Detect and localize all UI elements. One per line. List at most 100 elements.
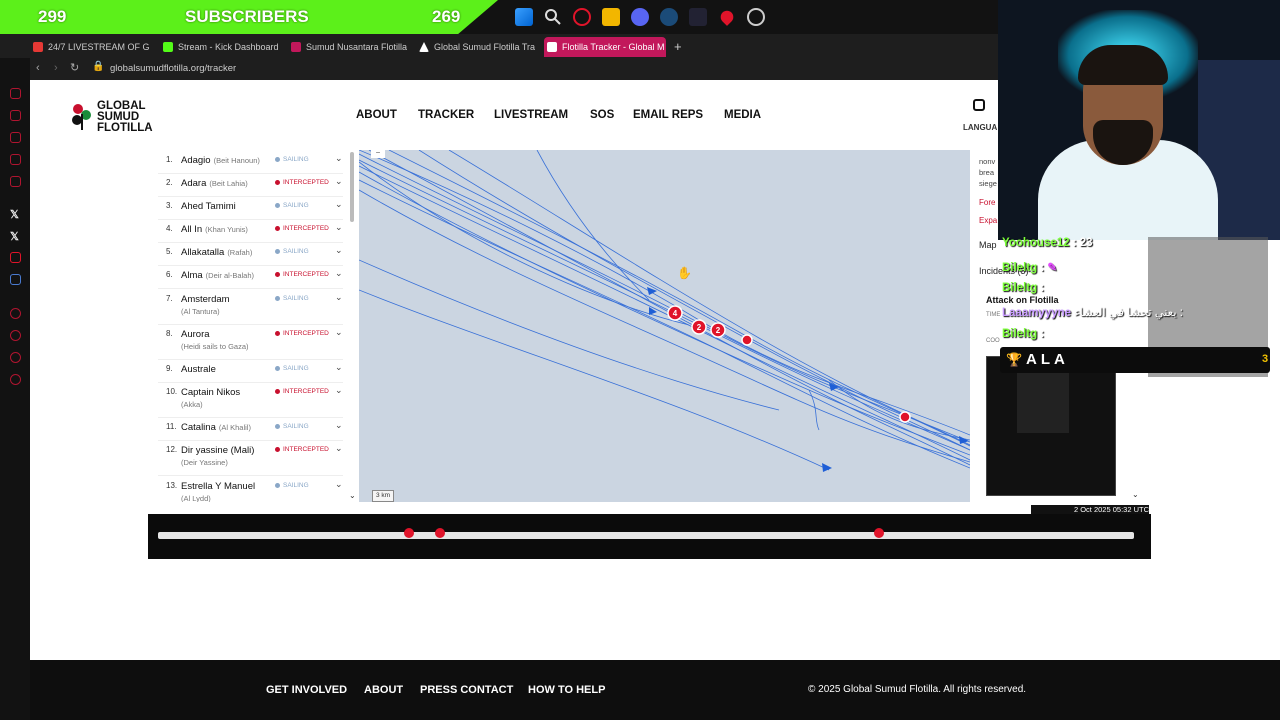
- chevron-down-icon[interactable]: ⌄: [335, 362, 343, 373]
- nav-about[interactable]: ABOUT: [356, 109, 397, 121]
- vessel-status-badge: SAILING: [275, 295, 309, 302]
- chevron-down-icon[interactable]: ⌄: [335, 268, 343, 279]
- x-icon[interactable]: 𝕏: [10, 208, 19, 221]
- reload-icon[interactable]: ↻: [70, 61, 79, 74]
- lock-icon: 🔒: [92, 61, 105, 72]
- chevron-down-icon[interactable]: ⌄: [335, 176, 343, 187]
- timeline-event-marker[interactable]: [874, 528, 884, 538]
- incident-video-thumbnail[interactable]: [986, 356, 1116, 496]
- chevron-down-icon[interactable]: ⌄: [335, 420, 343, 431]
- sidebar-app-icon[interactable]: [10, 132, 21, 143]
- tab-flotilla-tracker[interactable]: Flotilla Tracker - Global M: [544, 37, 666, 57]
- vessel-arrow-icon[interactable]: [647, 287, 657, 295]
- location-app-icon[interactable]: [718, 8, 736, 26]
- tab-gsf-tracker[interactable]: Global Sumud Flotilla Tra: [416, 37, 536, 57]
- tab-kick-dashboard[interactable]: Stream - Kick Dashboard: [160, 37, 280, 57]
- steam-icon[interactable]: [660, 8, 678, 26]
- nav-tracker[interactable]: TRACKER: [418, 109, 474, 121]
- timeline-track[interactable]: [158, 532, 1134, 539]
- timeline-event-marker[interactable]: [404, 528, 414, 538]
- chevron-down-icon[interactable]: ⌄: [335, 153, 343, 164]
- nav-sos[interactable]: SOS: [590, 109, 614, 121]
- vessel-number: 2.: [166, 178, 173, 187]
- chevron-down-icon[interactable]: ⌄: [335, 292, 343, 303]
- file-explorer-icon[interactable]: [602, 8, 620, 26]
- panel-scroll-icon[interactable]: ⌄: [1132, 490, 1139, 499]
- link-expand[interactable]: Expa: [979, 216, 997, 225]
- sidebar-app-icon[interactable]: [10, 176, 21, 187]
- x-icon[interactable]: 𝕏: [10, 230, 19, 243]
- sidebar-app-icon[interactable]: [10, 110, 21, 121]
- list-scrollbar[interactable]: [350, 152, 354, 222]
- chat-message: Bileltg :: [1002, 282, 1045, 294]
- sidebar-app-icon[interactable]: [10, 352, 21, 363]
- vessel-arrows: [647, 287, 969, 472]
- chevron-down-icon[interactable]: ⌄: [335, 327, 343, 338]
- row-divider: [158, 324, 343, 325]
- vessel-tracks: 4 2 2: [359, 150, 970, 472]
- footer-about[interactable]: ABOUT: [364, 684, 403, 696]
- footer-get-involved[interactable]: GET INVOLVED: [266, 684, 347, 696]
- timeline-event-marker[interactable]: [435, 528, 445, 538]
- status-dot-icon: [275, 330, 280, 336]
- footer-how-to-help[interactable]: HOW TO HELP: [528, 684, 605, 696]
- link-forecast[interactable]: Fore: [979, 198, 995, 207]
- tab-livestream[interactable]: 24/7 LIVESTREAM OF GL: [30, 37, 150, 57]
- discord-icon[interactable]: [631, 8, 649, 26]
- instagram-icon[interactable]: [973, 99, 985, 111]
- vessel-name: Australe: [181, 364, 216, 375]
- chevron-down-icon[interactable]: ⌄: [335, 222, 343, 233]
- incident-marker[interactable]: [899, 411, 911, 423]
- flotilla-favicon-icon: [547, 42, 557, 52]
- forward-icon[interactable]: ›: [54, 62, 58, 74]
- address-bar: ‹ › ↻ 🔒 globalsumudflotilla.org/tracker: [30, 58, 1000, 80]
- settings-icon[interactable]: [747, 8, 765, 26]
- sidebar-app-icon[interactable]: [10, 252, 21, 263]
- sidebar-app-icon[interactable]: [10, 330, 21, 341]
- footer-press-contact[interactable]: PRESS CONTACT: [420, 684, 513, 696]
- cluster-count: 2: [697, 323, 702, 332]
- back-icon[interactable]: ‹: [36, 62, 40, 74]
- search-icon[interactable]: [544, 8, 562, 26]
- vessel-number: 13.: [166, 481, 178, 490]
- app-icon[interactable]: [689, 8, 707, 26]
- chevron-down-icon[interactable]: ⌄: [335, 245, 343, 256]
- cluster-count: 4: [673, 309, 678, 318]
- zoom-control[interactable]: −: [371, 150, 385, 158]
- vessel-arrow-icon[interactable]: [649, 307, 657, 315]
- sidebar-app-icon[interactable]: [10, 308, 21, 319]
- tab-sumud-nusantara[interactable]: Sumud Nusantara Flotilla: [288, 37, 408, 57]
- vessel-arrow-icon[interactable]: [822, 463, 832, 472]
- tracker-map[interactable]: 4 2 2 − ✋ 3 km: [359, 150, 970, 502]
- url-field[interactable]: globalsumudflotilla.org/tracker: [110, 63, 236, 74]
- nav-media[interactable]: MEDIA: [724, 109, 761, 121]
- vessel-alias: (Al Tantura): [181, 307, 220, 316]
- scroll-down-icon[interactable]: ⌄: [349, 491, 356, 500]
- chevron-down-icon[interactable]: ⌄: [335, 443, 343, 454]
- map-layers-header[interactable]: Map: [979, 240, 997, 250]
- status-dot-icon: [275, 365, 280, 371]
- row-divider: [158, 440, 343, 441]
- chevron-down-icon[interactable]: ⌄: [335, 479, 343, 490]
- language-selector[interactable]: LANGUA: [963, 123, 997, 132]
- chevron-down-icon[interactable]: ⌄: [335, 385, 343, 396]
- nav-livestream[interactable]: LIVESTREAM: [494, 109, 568, 121]
- row-divider: [158, 242, 343, 243]
- windows-start-icon[interactable]: [515, 8, 533, 26]
- chevron-down-icon[interactable]: ⌄: [335, 199, 343, 210]
- vessel-number: 10.: [166, 387, 178, 396]
- sidebar-app-icon[interactable]: [10, 274, 21, 285]
- incident-marker[interactable]: [741, 334, 753, 346]
- site-logo-text[interactable]: GLOBAL SUMUD FLOTILLA: [97, 100, 153, 134]
- hand-cursor-icon: ✋: [677, 266, 692, 280]
- sidebar-app-icon[interactable]: [10, 154, 21, 165]
- vessel-status-badge: INTERCEPTED: [275, 330, 329, 337]
- new-tab-button[interactable]: +: [670, 37, 690, 57]
- settings-icon[interactable]: [10, 374, 21, 385]
- nav-email-reps[interactable]: EMAIL REPS: [633, 109, 703, 121]
- chat-message: Laaamyyyne يعني تحشا في العشاء :: [1002, 307, 1183, 319]
- opera-gx-icon[interactable]: [573, 8, 591, 26]
- timeline-slider[interactable]: [148, 514, 1151, 559]
- sidebar-app-icon[interactable]: [10, 88, 21, 99]
- status-dot-icon: [275, 423, 280, 429]
